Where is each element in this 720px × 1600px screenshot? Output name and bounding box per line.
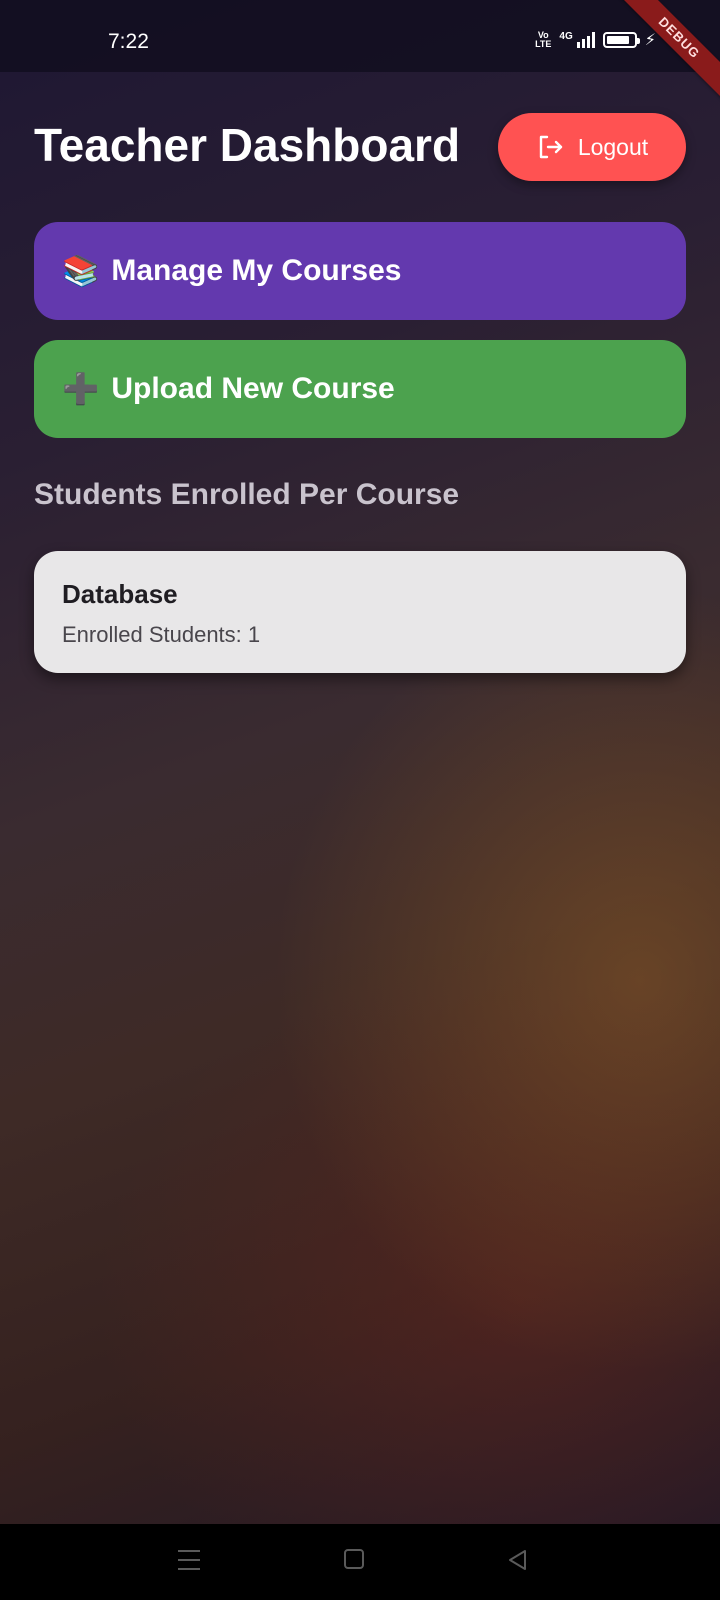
debug-banner-label: DEBUG: [617, 0, 720, 100]
section-title: Students Enrolled Per Course: [34, 478, 460, 511]
manage-courses-label: Manage My Courses: [111, 254, 402, 287]
books-icon: 📚: [62, 253, 100, 289]
logout-icon: [536, 133, 564, 161]
debug-banner: DEBUG: [600, 0, 720, 120]
logout-button[interactable]: Logout: [498, 113, 686, 181]
volte-icon: Vo LTE: [535, 30, 552, 49]
course-name: Database: [62, 579, 178, 609]
back-icon[interactable]: [506, 1548, 528, 1577]
logout-label: Logout: [577, 133, 649, 160]
system-nav-bar: [0, 1524, 720, 1600]
manage-courses-button[interactable]: 📚 Manage My Courses: [34, 222, 686, 320]
course-enrolled-count: Enrolled Students: 1: [62, 622, 261, 647]
plus-icon: ➕: [62, 371, 100, 407]
network-type: 4G: [559, 30, 573, 42]
status-time: 7:22: [108, 30, 149, 53]
upload-course-label: Upload New Course: [111, 372, 395, 405]
home-icon[interactable]: [344, 1549, 364, 1569]
course-card[interactable]: Database Enrolled Students: 1: [34, 551, 686, 673]
menu-icon[interactable]: [178, 1550, 200, 1570]
page-title: Teacher Dashboard: [34, 119, 461, 171]
signal-icon: [576, 32, 595, 48]
upload-course-button[interactable]: ➕ Upload New Course: [34, 340, 686, 438]
